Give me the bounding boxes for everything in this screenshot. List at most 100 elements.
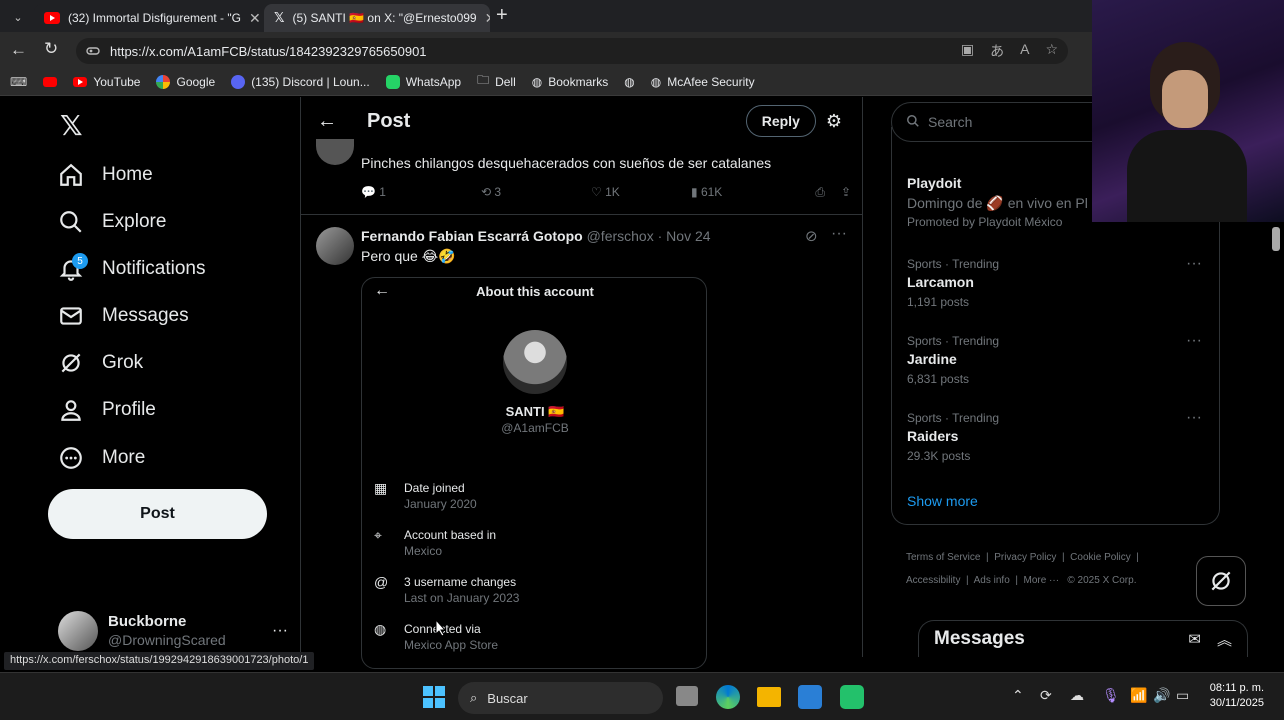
show-more-link[interactable]: Show more: [907, 493, 978, 509]
battery-icon[interactable]: ▭: [1176, 687, 1189, 704]
bookmark-discord[interactable]: (135) Discord | Loun...: [231, 74, 370, 89]
taskbar-search[interactable]: ⌕ Buscar: [458, 682, 663, 714]
file-explorer-icon[interactable]: [757, 687, 781, 707]
nav-item-grok[interactable]: Grok: [58, 343, 143, 383]
taskbar-search-label: Buscar: [487, 690, 528, 706]
bell-icon: 5: [58, 253, 88, 282]
bookmark-whatsapp[interactable]: WhatsApp: [385, 74, 461, 89]
trend-item[interactable]: Sports · Trending Larcamon 1,191 posts: [907, 257, 1207, 309]
split-screen-icon[interactable]: ▣: [961, 41, 974, 61]
new-message-icon[interactable]: ✉: [1188, 630, 1201, 648]
bookmark-app-icon[interactable]: ⌨: [10, 75, 27, 89]
store-icon[interactable]: [798, 685, 822, 709]
volume-icon[interactable]: 🔊: [1153, 687, 1170, 704]
more-dots-icon[interactable]: ···: [1186, 409, 1202, 427]
edge-browser-icon[interactable]: [716, 685, 740, 709]
views-action[interactable]: ▮ 61K: [691, 185, 791, 200]
account-switcher[interactable]: Buckborne @DrowningScared ···: [58, 609, 288, 653]
more-dots-icon[interactable]: ···: [1186, 332, 1202, 350]
reply-tweet[interactable]: Pinches chilangos desquehacerados con su…: [301, 139, 862, 215]
nav-item-messages[interactable]: Messages: [58, 296, 189, 336]
read-aloud-icon[interactable]: A: [1020, 41, 1029, 61]
site-info-icon[interactable]: [86, 44, 100, 58]
post-header: ← Post Reply ⚙: [301, 97, 862, 145]
tweet-date[interactable]: Nov 24: [666, 228, 710, 244]
bookmark-youtube[interactable]: YouTube: [73, 75, 140, 89]
more-dots-icon[interactable]: ···: [272, 622, 288, 640]
youtube-bookmark-icon[interactable]: [43, 76, 58, 87]
attached-image[interactable]: ← About this account SANTI 🇪🇸 @A1amFCB ▦…: [361, 277, 707, 669]
nav-label: Explore: [102, 211, 167, 232]
about-row-username-changes: @ 3 username changes Last on January 2023: [374, 574, 520, 605]
profile-name: SANTI 🇪🇸: [505, 404, 565, 419]
reply-tweet[interactable]: Fernando Fabian Escarrá Gotopo @ferschox…: [301, 215, 862, 669]
youtube-icon: [44, 12, 60, 24]
reply-button[interactable]: Reply: [745, 105, 816, 137]
main-column: ← Post Reply ⚙ Pinches chilangos desqueh…: [300, 97, 863, 669]
post-button[interactable]: Post: [48, 489, 267, 539]
app-icon[interactable]: [840, 685, 864, 709]
favorite-star-icon[interactable]: ☆: [1045, 41, 1058, 61]
tab-youtube[interactable]: (32) Immortal Disfigurement - "G ✕: [34, 4, 262, 32]
cloud-icon[interactable]: ☁: [1070, 687, 1084, 704]
messages-drawer[interactable]: Messages ✉ ︽: [918, 620, 1248, 657]
back-arrow-icon[interactable]: ←: [317, 110, 337, 133]
close-tab-icon[interactable]: ✕: [485, 10, 490, 27]
globe-icon: ◍: [374, 621, 387, 637]
account-name: Buckborne: [108, 613, 187, 630]
bookmark-bookmarks[interactable]: ◍ Bookmarks: [532, 75, 609, 89]
search-icon: ⌕: [470, 690, 478, 705]
tweet-text: Pinches chilangos desquehacerados con su…: [361, 155, 772, 171]
address-bar[interactable]: https://x.com/A1amFCB/status/18423923297…: [76, 38, 1068, 64]
bookmark-icon[interactable]: ⎙: [815, 185, 825, 200]
trend-item[interactable]: Sports · Trending Raiders 29.3K posts: [907, 411, 1207, 463]
tab-list-chevron-icon[interactable]: ⌄: [8, 8, 28, 26]
windows-start-icon[interactable]: [423, 686, 445, 713]
nav-item-more[interactable]: More: [58, 438, 145, 478]
nav-item-home[interactable]: Home: [58, 155, 153, 195]
share-icon[interactable]: ⇪: [841, 185, 851, 200]
nav-item-notifications[interactable]: 5 Notifications: [58, 249, 206, 289]
tab-x-active[interactable]: 𝕏 (5) SANTI 🇪🇸 on X: "@Ernesto099 ✕: [264, 4, 490, 32]
grok-float-button[interactable]: [1196, 556, 1246, 606]
wifi-icon[interactable]: 📶: [1130, 687, 1147, 704]
tray-overflow-icon[interactable]: ⌃: [1012, 687, 1024, 704]
microphone-icon[interactable]: 🎙: [1102, 687, 1120, 704]
task-view-icon[interactable]: [676, 686, 698, 706]
reload-icon[interactable]: ↻: [44, 39, 58, 59]
profile-handle: @A1amFCB: [501, 421, 569, 435]
author-handle[interactable]: @ferschox: [587, 228, 654, 244]
more-dots-icon[interactable]: ···: [831, 225, 847, 243]
tweet-header: Fernando Fabian Escarrá Gotopo @ferschox…: [361, 228, 711, 244]
nav-item-explore[interactable]: Explore: [58, 202, 166, 242]
bookmark-google[interactable]: Google: [156, 74, 215, 89]
home-icon: [58, 162, 84, 188]
close-tab-icon[interactable]: ✕: [249, 10, 261, 27]
bookmark-globe[interactable]: ◍: [624, 75, 634, 89]
tweet-text: Pero que 😂🤣: [361, 248, 456, 264]
bookmark-mcafee[interactable]: ◍ McAfee Security: [651, 75, 755, 89]
grok-icon[interactable]: ⊘: [805, 227, 818, 245]
notification-badge: 5: [72, 253, 88, 269]
translate-icon[interactable]: あ: [990, 41, 1004, 61]
scrollbar-thumb[interactable]: [1272, 227, 1280, 251]
reply-action[interactable]: 💬 1: [361, 185, 481, 200]
system-clock[interactable]: 08:11 p. m. 30/11/2025: [1200, 681, 1264, 711]
like-action[interactable]: ♡ 1K: [591, 185, 691, 200]
nav-item-profile[interactable]: Profile: [58, 390, 156, 430]
settings-sliders-icon[interactable]: ⚙: [826, 111, 842, 132]
more-dots-icon[interactable]: ···: [1186, 255, 1202, 273]
new-tab-button[interactable]: +: [496, 4, 508, 27]
x-logo-icon[interactable]: 𝕏: [60, 109, 83, 142]
author-name[interactable]: Fernando Fabian Escarrá Gotopo: [361, 228, 583, 244]
sync-icon[interactable]: ⟳: [1040, 687, 1052, 704]
grok-icon: [58, 350, 84, 376]
back-icon[interactable]: ←: [10, 40, 27, 60]
expand-up-icon[interactable]: ︽: [1217, 629, 1232, 650]
trend-item[interactable]: Sports · Trending Jardine 6,831 posts: [907, 334, 1207, 386]
repost-action[interactable]: ⟲ 3: [481, 185, 591, 200]
whatsapp-icon: [385, 74, 400, 89]
webcam-person-face: [1162, 70, 1208, 128]
bookmark-dell[interactable]: 🗀 Dell: [477, 71, 516, 92]
account-handle: @DrowningScared: [108, 632, 226, 648]
